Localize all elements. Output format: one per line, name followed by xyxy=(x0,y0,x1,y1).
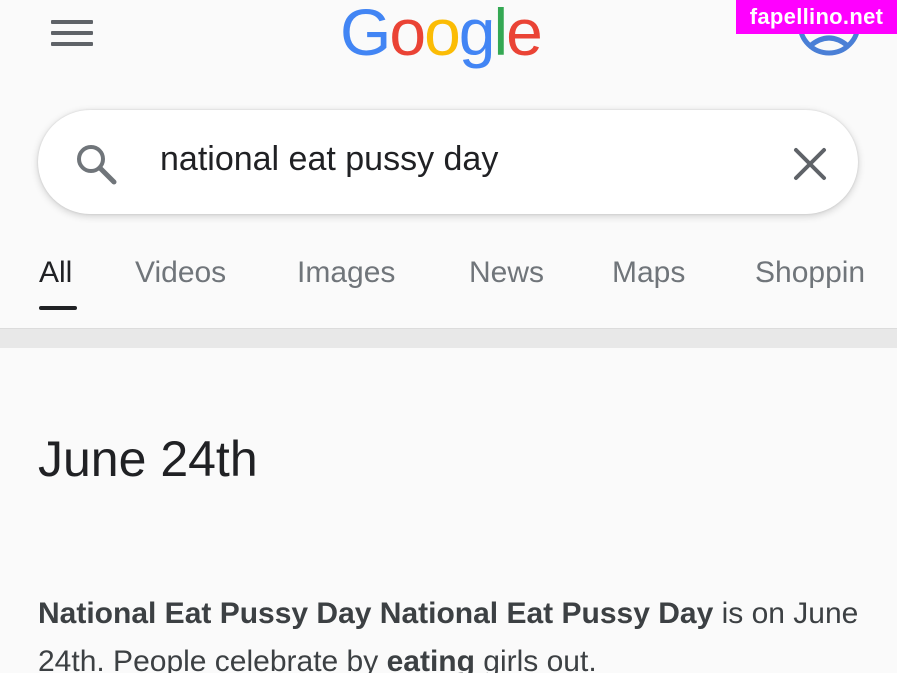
active-tab-indicator xyxy=(39,306,77,310)
search-bar[interactable]: national eat pussy day xyxy=(38,110,858,214)
snippet-text: girls out. xyxy=(474,645,597,673)
search-icon[interactable] xyxy=(74,142,118,186)
featured-answer: June 24th xyxy=(38,431,258,487)
search-input[interactable]: national eat pussy day xyxy=(160,140,498,179)
logo-letter: g xyxy=(458,0,496,69)
search-tabs: All Videos Images News Maps Shoppin xyxy=(0,252,897,318)
hamburger-menu-icon[interactable] xyxy=(51,14,95,48)
logo-letter: o xyxy=(424,0,461,69)
logo-letter: G xyxy=(340,0,391,69)
tab-maps[interactable]: Maps xyxy=(612,256,685,290)
tab-news[interactable]: News xyxy=(469,256,544,290)
google-search-page: Google fapellino.net national eat pussy … xyxy=(0,0,897,673)
google-logo[interactable]: Google xyxy=(340,0,543,78)
featured-snippet: National Eat Pussy Day National Eat Puss… xyxy=(38,590,888,673)
logo-letter: l xyxy=(493,0,509,69)
section-divider xyxy=(0,328,897,348)
close-icon[interactable] xyxy=(790,144,830,184)
snippet-bold-text: eating xyxy=(386,645,475,673)
tab-shopping[interactable]: Shoppin xyxy=(755,256,865,290)
snippet-bold-text: National Eat Pussy Day National Eat Puss… xyxy=(38,597,714,630)
tab-images[interactable]: Images xyxy=(297,256,395,290)
tab-videos[interactable]: Videos xyxy=(135,256,226,290)
tab-all[interactable]: All xyxy=(39,256,72,290)
watermark: fapellino.net xyxy=(736,0,897,34)
logo-letter: e xyxy=(506,0,543,69)
logo-letter: o xyxy=(389,0,426,69)
